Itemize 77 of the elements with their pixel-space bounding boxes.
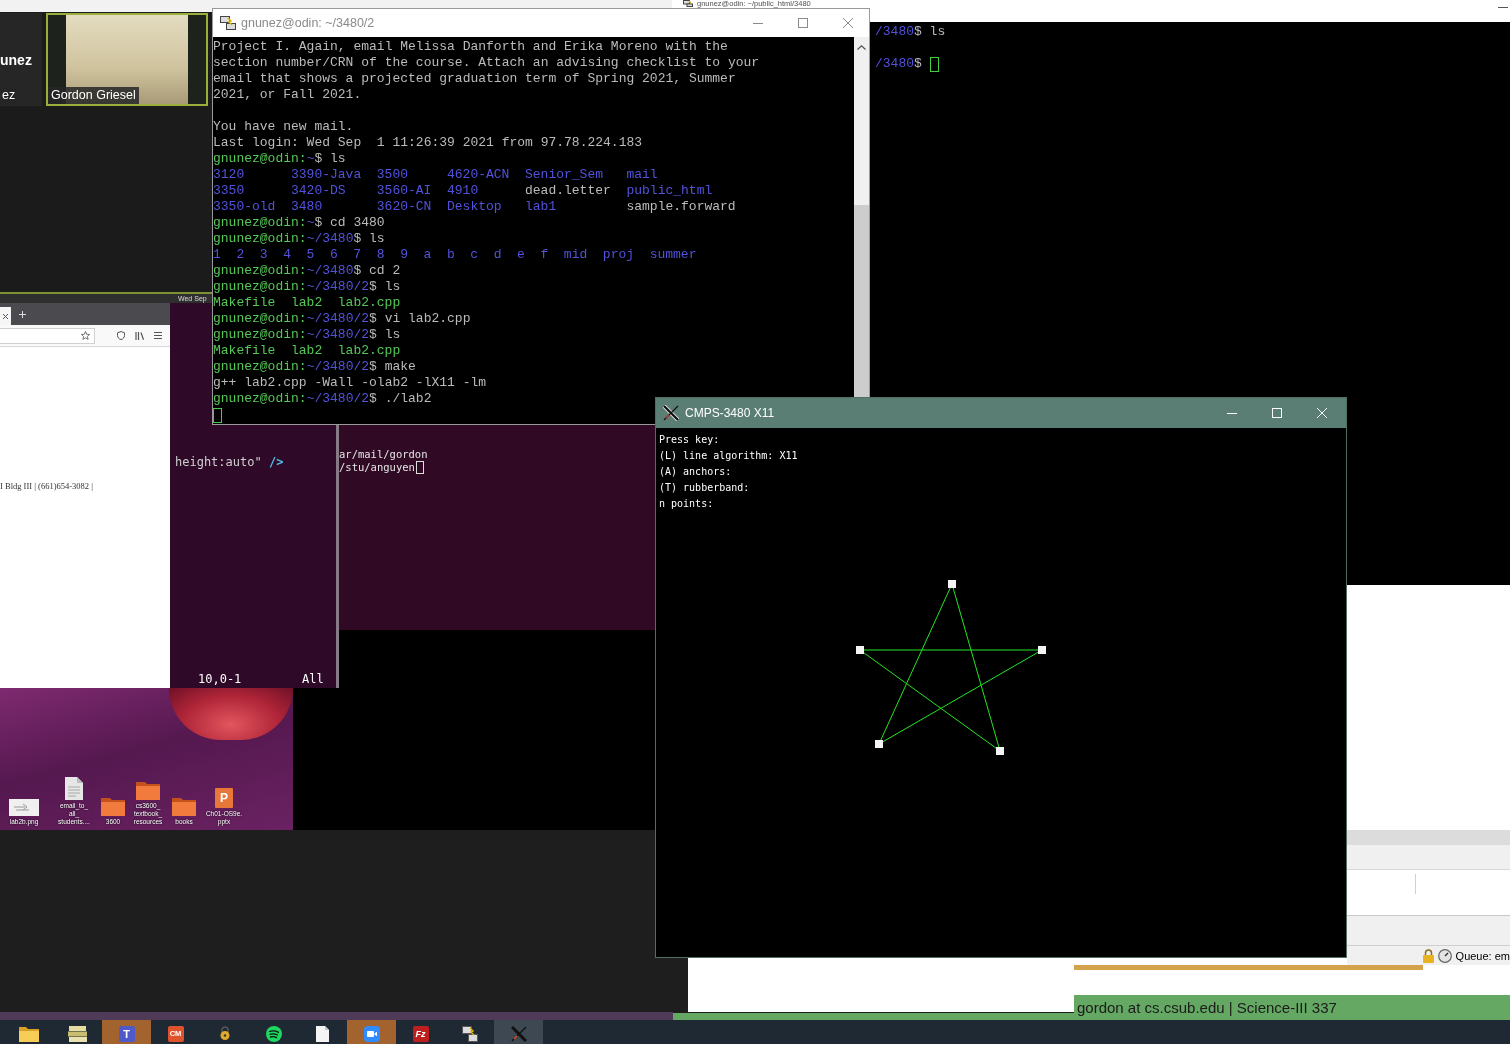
taskbar-button[interactable]: T [102,1020,151,1044]
terminal-line: 3120 3390-Java 3500 4620-ACN Senior_Sem mail [213,167,659,183]
status-text: gordon at cs.csub.edu | Science-III 337 [1076,998,1337,1018]
terminal-line: ar/mail/gordon [339,448,428,461]
terminal-line: gnunez@odin:~/3480/2$ ls [213,279,402,295]
document-icon[interactable] [65,777,83,800]
maximize-icon[interactable] [798,18,808,28]
terminal-line: /stu/anguyen [339,461,415,474]
plus-icon[interactable] [19,310,26,318]
x-logo-icon [663,405,679,421]
terminal-line: 1 2 3 4 5 6 7 8 9 a b c d e f mid proj summer [213,247,698,263]
terminal-line: Project I. Again, email Melissa Danforth and Erika Moreno with the [213,39,729,55]
cursor-position: 10,0-1 [198,671,243,687]
caret-up-icon[interactable] [857,45,866,50]
status-text: Queue: em [1455,949,1510,962]
browser-tab[interactable] [0,307,11,325]
folder-icon[interactable] [172,797,196,816]
music-icon [265,1026,282,1042]
terminal-line: 3350 3420-DS 3560-AI 4910 dead.letter public_html [213,183,714,199]
menu-text: n points: [659,497,714,511]
lock-icon [1422,948,1434,963]
terminal-line: Last login: Wed Sep 1 11:26:39 2021 from 97.78.224.183 [213,135,644,151]
anchor-point-icon [875,740,883,748]
books-icon [67,1026,88,1042]
terminal-line: 3350-old 3480 3620-CN Desktop lab1 sample.forward [213,199,737,215]
close-icon[interactable] [3,313,8,319]
terminal-line: gnunez@odin:~$ cd 3480 [213,215,386,231]
cursor-icon [929,56,939,72]
anchor-point-icon [996,747,1004,755]
menu-text: (T) rubberband: [659,481,750,495]
library-icon[interactable] [135,331,144,340]
video-camera-icon [363,1026,380,1042]
menu-text: (L) line algorithm: X11 [659,449,798,463]
terminal-line: You have new mail. [213,119,355,135]
name-label: Gordon Griesel [48,87,139,104]
shield-icon[interactable] [117,331,125,340]
terminal-line: section number/CRN of the course. Attach an advising checklist to your [213,55,761,71]
computers-icon [683,0,693,7]
terminal-line: /3480$ [875,56,922,72]
window-title: gnunez@odin: ~/3480/2 [241,16,375,30]
cursor-icon [213,407,222,423]
scrollbar-thumb[interactable] [854,205,869,397]
address-field[interactable] [0,327,95,344]
star-icon[interactable] [81,331,90,340]
participant-name: unez [0,51,32,68]
computers-icon [220,16,236,30]
menu-text: Press key: [659,433,720,447]
scroll-position: All [302,671,324,687]
terminal-line: gnunez@odin:~/3480$ cd 2 [213,263,402,279]
folder-icon[interactable] [136,781,160,800]
anchor-point-icon [948,580,956,588]
participant-tile[interactable]: unez ez [0,13,42,106]
minimize-icon[interactable] [753,22,763,24]
x-logo-icon [510,1026,527,1042]
page-text: I Bldg III | (661)654-3082 | [0,481,93,491]
image-thumbnail-icon[interactable] [9,799,39,816]
menu-text: (A) anchors: [659,465,732,479]
terminal-line: 2021, or Fall 2021. [213,87,363,103]
scrollbar[interactable] [1347,830,1510,845]
anchor-point-icon [856,646,864,654]
folder-icon[interactable] [101,797,125,816]
participant-tile[interactable]: Gordon Griesel [46,13,208,106]
window-title: CMPS-3480 X11 [685,406,775,420]
taskbar-button[interactable]: Fz [396,1020,445,1044]
terminal-line: /3480$ ls [875,24,947,40]
computers-icon [461,1026,478,1042]
menu-icon[interactable] [154,332,162,339]
code-line: height:auto" /> [175,454,284,470]
terminal-line: email that shows a projected graduation term of Spring 2021, Summer [213,71,737,87]
close-icon[interactable] [843,18,853,28]
terminal-line: gnunez@odin:~/3480$ ls [213,231,386,247]
document-icon [316,1026,329,1042]
terminal-line: gnunez@odin:~$ ls [213,151,347,167]
anchor-point-icon [1038,646,1046,654]
lock-icon [218,1026,231,1040]
scrollbar[interactable] [854,37,869,397]
folder-icon [18,1026,39,1042]
